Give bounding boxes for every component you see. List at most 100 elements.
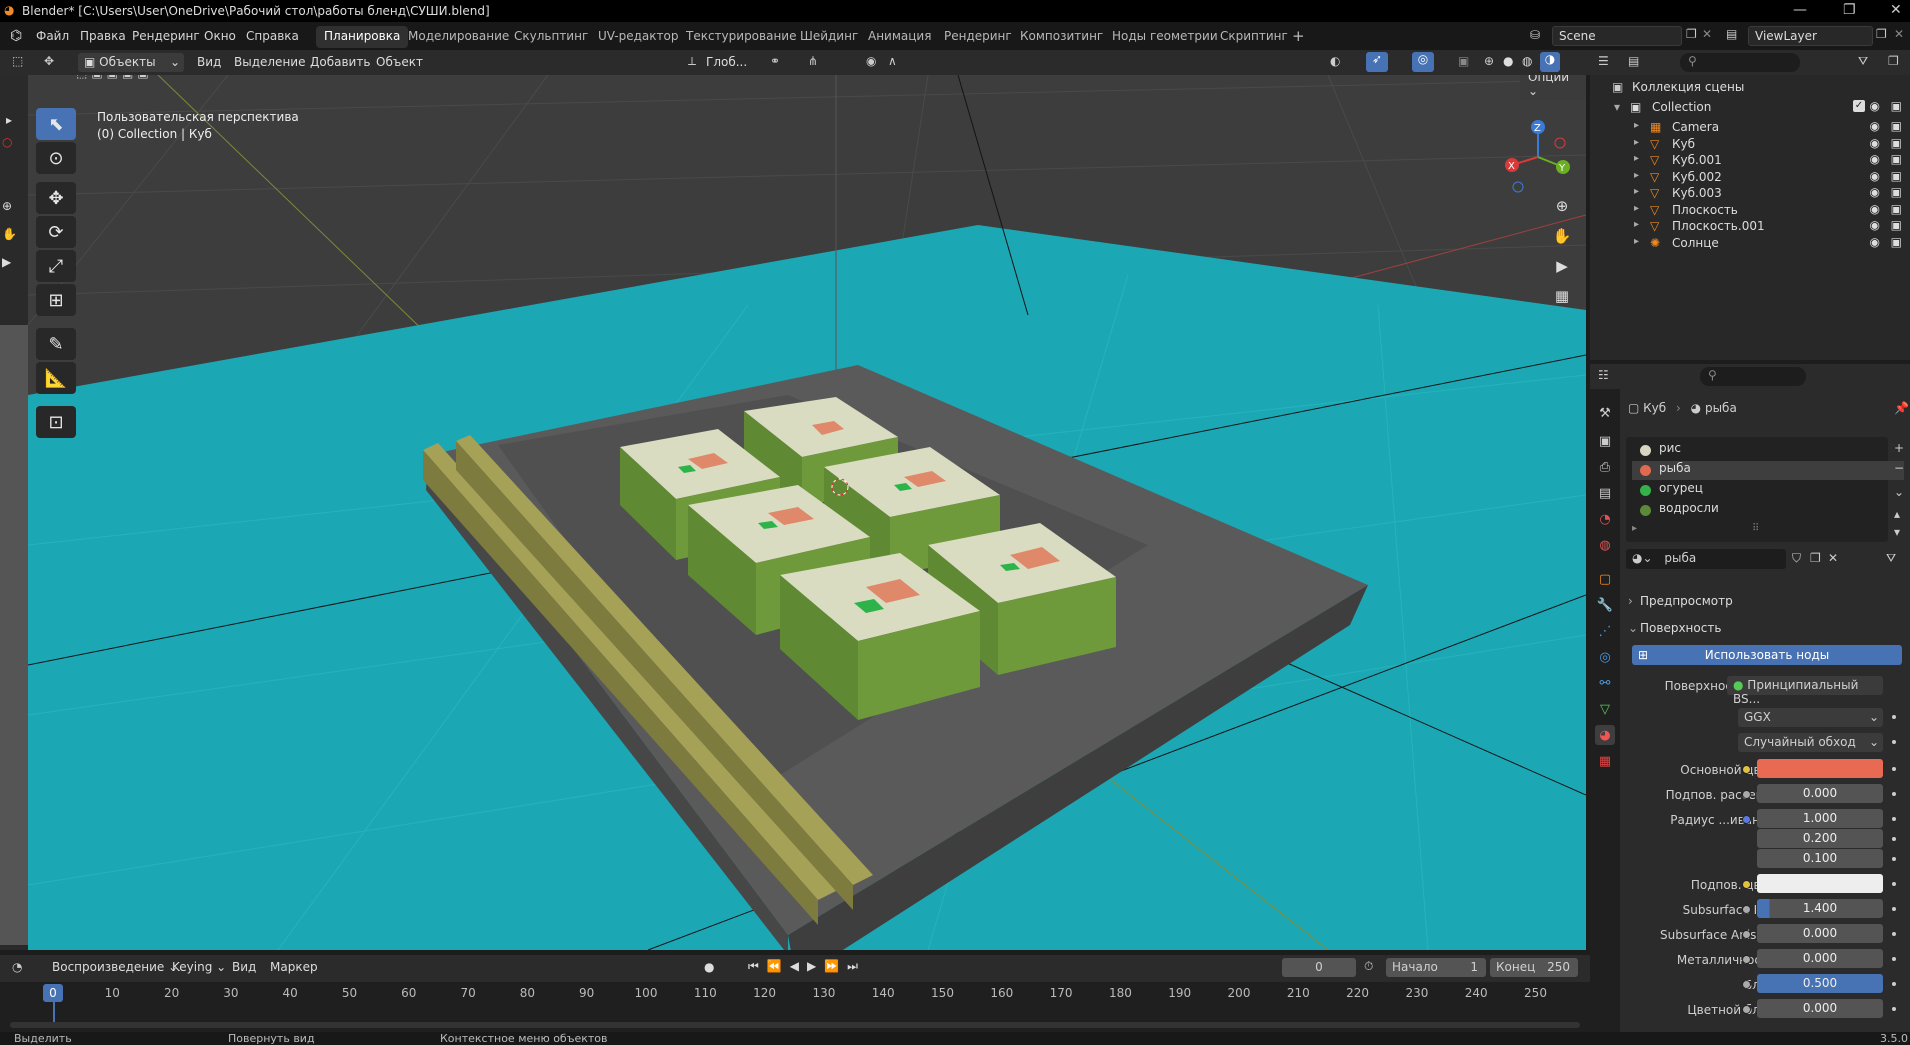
- material-slot[interactable]: огурец: [1632, 481, 1904, 500]
- new-scene-icon[interactable]: ❐: [1686, 27, 1697, 41]
- editor-type-icon[interactable]: ⬚: [12, 54, 23, 68]
- menu-view[interactable]: Вид: [197, 55, 221, 69]
- display-mode-icon[interactable]: ▤: [1628, 54, 1639, 68]
- camera-view-icon[interactable]: ▶: [2, 255, 11, 269]
- keyframe-dot[interactable]: [1892, 715, 1896, 719]
- menu-playback[interactable]: Воспроизведение ⌄: [52, 960, 178, 974]
- zoom-icon[interactable]: ⊕: [2, 199, 12, 213]
- expand-arrow-icon[interactable]: ▸: [1634, 186, 1639, 197]
- timeline-editor-icon[interactable]: ◔: [12, 960, 22, 974]
- minimize-icon[interactable]: —: [1793, 2, 1807, 18]
- camera-icon[interactable]: ▶: [1549, 253, 1575, 279]
- slot-menu-icon[interactable]: ⌄: [1894, 485, 1904, 499]
- expand-arrow-icon[interactable]: ▸: [1634, 153, 1639, 164]
- link-filter-icon[interactable]: ⛛: [1886, 551, 1896, 566]
- scene-field[interactable]: Scene: [1552, 26, 1682, 46]
- numeric-field[interactable]: 0.000: [1757, 949, 1883, 968]
- move-down-icon[interactable]: ▾: [1894, 525, 1900, 539]
- tab-animation[interactable]: Анимация: [860, 26, 939, 48]
- material-tab-icon[interactable]: ◕: [1595, 725, 1615, 745]
- surface-section[interactable]: ⌄ Поверхность: [1626, 616, 1906, 640]
- socket-icon[interactable]: [1742, 980, 1751, 989]
- record-icon[interactable]: ●: [704, 960, 714, 974]
- menu-keying[interactable]: Keying ⌄: [172, 960, 226, 974]
- eye-icon[interactable]: ◉: [1870, 185, 1880, 199]
- tab-modeling[interactable]: Моделирование: [400, 26, 517, 48]
- expand-arrow-icon[interactable]: ▸: [1634, 203, 1639, 214]
- scene-collection-row[interactable]: ▣ Коллекция сцены: [1590, 77, 1910, 97]
- unlink-material-icon[interactable]: ✕: [1828, 551, 1838, 565]
- solid-shading-icon[interactable]: ●: [1503, 54, 1513, 68]
- eye-icon[interactable]: ◉: [1870, 235, 1880, 249]
- keyframe-dot[interactable]: [1892, 957, 1896, 961]
- eye-icon[interactable]: ◉: [1870, 99, 1880, 113]
- zoom-icon[interactable]: ⊕: [1549, 193, 1575, 219]
- color-swatch[interactable]: [1757, 874, 1883, 893]
- delete-view-layer-icon[interactable]: ✕: [1894, 27, 1904, 41]
- tab-rendering[interactable]: Рендеринг: [936, 26, 1020, 48]
- socket-icon[interactable]: [1742, 815, 1751, 824]
- select-mode-icons[interactable]: ⬚▣▣▣▣: [76, 75, 153, 80]
- properties-search[interactable]: ⚲: [1700, 367, 1806, 386]
- numeric-field[interactable]: 0.500: [1757, 974, 1883, 993]
- expand-arrow-icon[interactable]: ▸: [1634, 236, 1639, 247]
- pivot-icon[interactable]: ⚭: [770, 54, 780, 68]
- modifier-tab-icon[interactable]: 🔧: [1595, 595, 1615, 615]
- numeric-field[interactable]: 0.000: [1757, 784, 1883, 803]
- numeric-field[interactable]: 0.200: [1757, 829, 1883, 848]
- pin-icon[interactable]: 📌: [1894, 401, 1909, 415]
- menu-render[interactable]: Рендеринг: [132, 29, 200, 43]
- move-up-icon[interactable]: ▴: [1894, 507, 1900, 521]
- record-icon[interactable]: ○: [2, 135, 12, 149]
- tab-geometry-nodes[interactable]: Ноды геометрии: [1104, 26, 1226, 48]
- annotate-icon[interactable]: ✎: [36, 328, 76, 360]
- numeric-field[interactable]: 0.000: [1757, 924, 1883, 943]
- scene-tab-icon[interactable]: ◔: [1595, 509, 1615, 529]
- tab-uv-editing[interactable]: UV-редактор: [590, 26, 686, 48]
- menu-help[interactable]: Справка: [246, 29, 299, 43]
- use-nodes-button[interactable]: ⊞ Использовать ноды: [1632, 645, 1902, 665]
- view-layer-field[interactable]: ViewLayer: [1748, 26, 1873, 46]
- outliner-object-row[interactable]: ▸ ✺ Солнце ◉ ▣: [1590, 233, 1910, 253]
- remove-slot-icon[interactable]: −: [1894, 461, 1904, 475]
- mode-selector[interactable]: ▣ Объекты ⌄: [78, 53, 184, 72]
- expand-arrow-icon[interactable]: ▾: [1614, 100, 1620, 114]
- xray-icon[interactable]: ▣: [1458, 54, 1469, 68]
- collapse-arrow-icon[interactable]: ▸: [6, 113, 12, 127]
- menu-file[interactable]: Файл: [36, 29, 69, 43]
- render-camera-icon[interactable]: ▣: [1891, 152, 1902, 166]
- material-shading-icon[interactable]: ◍: [1522, 54, 1532, 68]
- expand-arrow-icon[interactable]: ▸: [1632, 523, 1637, 534]
- keyframe-dot[interactable]: [1892, 907, 1896, 911]
- material-slots-list[interactable]: рис рыба огурец водросли ▸ ⠿: [1626, 437, 1904, 542]
- tab-sculpting[interactable]: Скульптинг: [506, 26, 596, 48]
- keyframe-dot[interactable]: [1892, 792, 1896, 796]
- particles-tab-icon[interactable]: ⋰: [1595, 621, 1615, 641]
- measure-icon[interactable]: 📐: [36, 362, 76, 394]
- output-tab-icon[interactable]: ⎙: [1595, 457, 1615, 477]
- tab-shading[interactable]: Шейдинг: [792, 26, 866, 48]
- subsurface-method-dropdown[interactable]: Случайный обход ⌄: [1738, 733, 1883, 752]
- select-box-icon[interactable]: ⬉: [36, 108, 76, 140]
- navigation-gizmo[interactable]: Z Y X: [1498, 115, 1578, 195]
- falloff-icon[interactable]: ∧: [888, 54, 897, 68]
- move-icon[interactable]: ✥: [36, 182, 76, 214]
- exclude-checkbox[interactable]: ✓: [1853, 100, 1865, 112]
- visibility-icon[interactable]: ◐: [1330, 54, 1340, 68]
- preview-section[interactable]: › Предпросмотр: [1626, 589, 1906, 613]
- outliner-search[interactable]: ⚲: [1680, 53, 1800, 72]
- render-camera-icon[interactable]: ▣: [1891, 169, 1902, 183]
- timeline-scrollbar[interactable]: [10, 1022, 1580, 1028]
- socket-icon[interactable]: [1742, 1005, 1751, 1014]
- numeric-field[interactable]: 0.000: [1757, 999, 1883, 1018]
- scene-icon[interactable]: ⛁: [1530, 28, 1540, 42]
- restore-icon[interactable]: ❐: [1843, 2, 1856, 18]
- pan-hand-icon[interactable]: ✋: [1549, 223, 1575, 249]
- add-slot-icon[interactable]: +: [1894, 441, 1904, 455]
- keyframe-dot[interactable]: [1892, 857, 1896, 861]
- options-dropdown[interactable]: Опции ⌄: [1520, 75, 1586, 100]
- current-frame-field[interactable]: 0: [1282, 958, 1356, 977]
- transform-orientation[interactable]: Глоб...: [706, 55, 747, 69]
- world-tab-icon[interactable]: ◍: [1595, 535, 1615, 555]
- render-camera-icon[interactable]: ▣: [1891, 235, 1902, 249]
